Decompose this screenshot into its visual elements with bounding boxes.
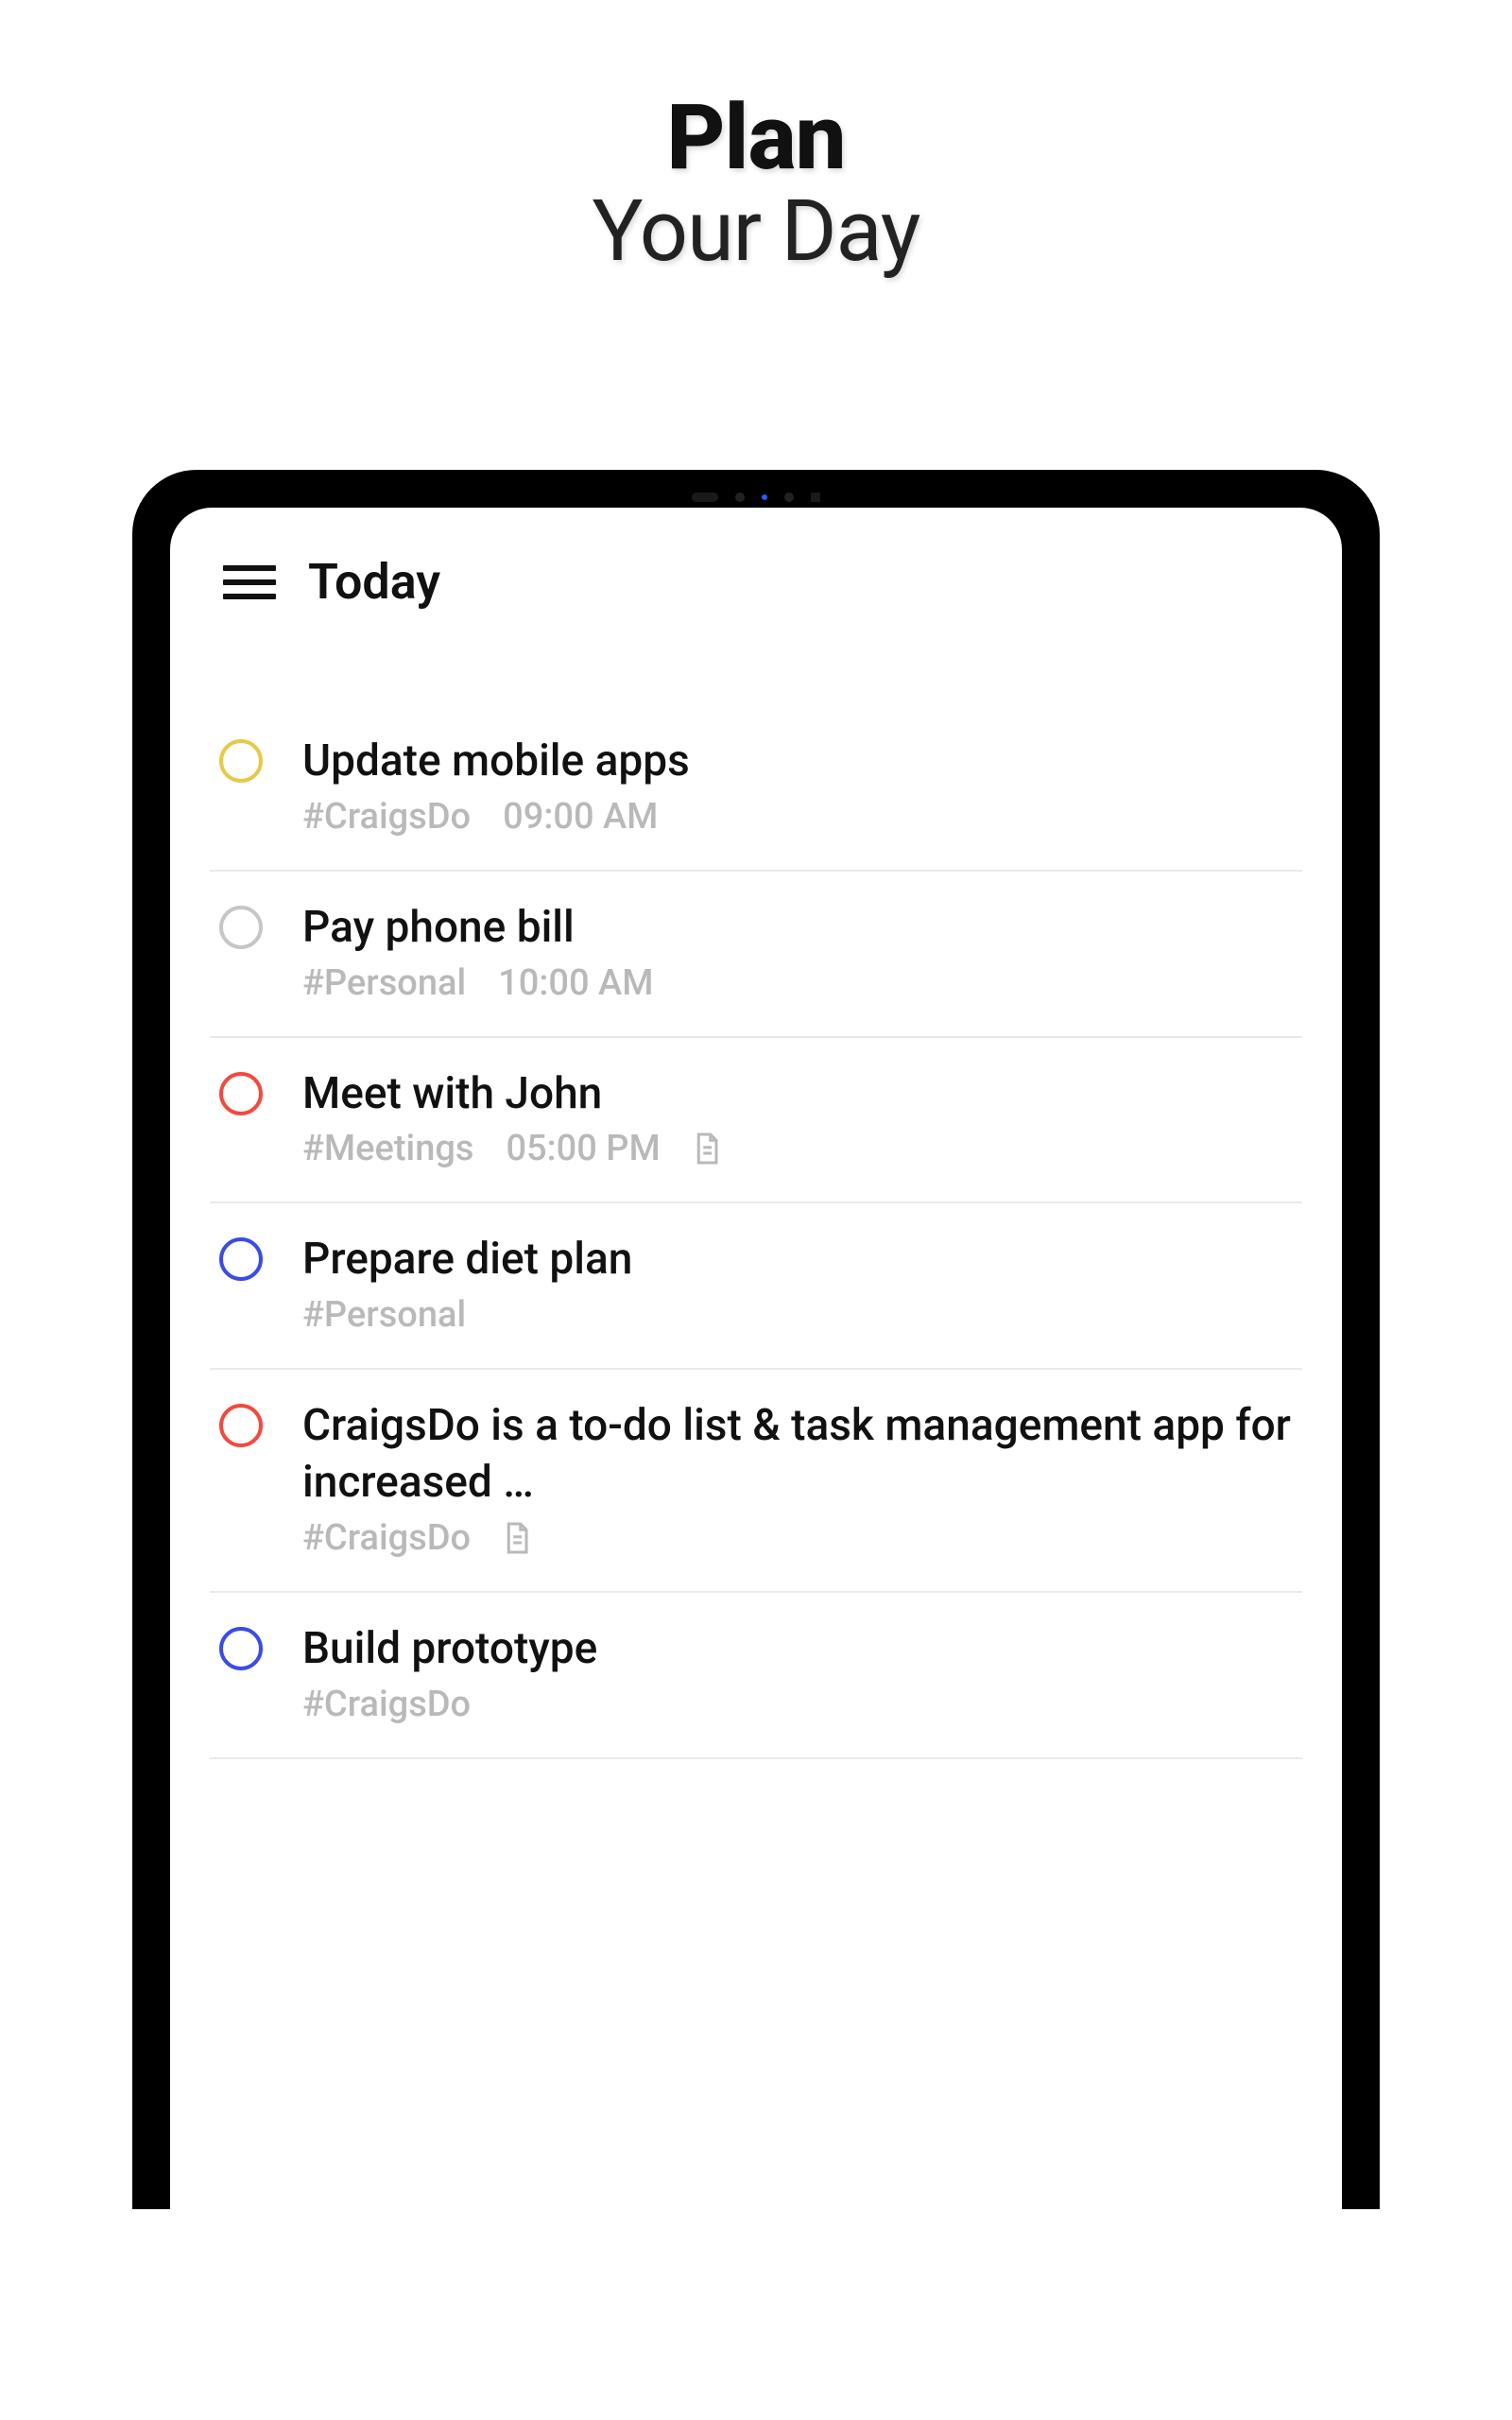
task-body: Pay phone bill #Personal 10:00 AM bbox=[302, 900, 1293, 1004]
task-meta: #Personal bbox=[302, 1294, 1293, 1336]
task-complete-circle[interactable] bbox=[219, 1072, 263, 1115]
promo-line-1: Plan bbox=[0, 85, 1512, 191]
task-body: Build prototype #CraigsDo bbox=[302, 1621, 1293, 1725]
task-item[interactable]: CraigsDo is a to-do list & task manageme… bbox=[210, 1370, 1302, 1593]
device-notch bbox=[692, 493, 820, 502]
task-complete-circle[interactable] bbox=[219, 739, 263, 783]
task-list: Update mobile apps #CraigsDo 09:00 AM Pay p… bbox=[210, 734, 1302, 1759]
page-title: Today bbox=[308, 553, 440, 611]
task-item[interactable]: Meet with John #Meetings 05:00 PM bbox=[210, 1038, 1302, 1204]
task-time: 10:00 AM bbox=[498, 962, 653, 1004]
menu-icon[interactable] bbox=[223, 557, 276, 608]
task-complete-circle[interactable] bbox=[219, 906, 263, 949]
task-tag: #Personal bbox=[302, 962, 466, 1004]
task-body: CraigsDo is a to-do list & task manageme… bbox=[302, 1398, 1293, 1559]
task-complete-circle[interactable] bbox=[219, 1237, 263, 1281]
app-header: Today bbox=[210, 553, 1302, 611]
promo-title: Plan Your Day bbox=[0, 0, 1512, 309]
task-meta: #CraigsDo bbox=[302, 1684, 1293, 1725]
task-time: 05:00 PM bbox=[506, 1128, 660, 1169]
task-time: 09:00 AM bbox=[503, 796, 658, 838]
task-item[interactable]: Build prototype #CraigsDo bbox=[210, 1593, 1302, 1759]
task-tag: #CraigsDo bbox=[302, 1684, 471, 1725]
task-item[interactable]: Update mobile apps #CraigsDo 09:00 AM bbox=[210, 734, 1302, 872]
note-icon bbox=[693, 1132, 721, 1166]
task-meta: #Personal 10:00 AM bbox=[302, 962, 1293, 1004]
task-tag: #CraigsDo bbox=[302, 1517, 471, 1559]
task-complete-circle[interactable] bbox=[219, 1404, 263, 1447]
device-frame: Today Update mobile apps #CraigsDo 09:00 A… bbox=[132, 470, 1380, 2209]
task-item[interactable]: Pay phone bill #Personal 10:00 AM bbox=[210, 872, 1302, 1038]
task-title: Pay phone bill bbox=[302, 900, 1293, 957]
task-body: Update mobile apps #CraigsDo 09:00 AM bbox=[302, 734, 1293, 838]
task-title: Prepare diet plan bbox=[302, 1232, 1293, 1288]
task-tag: #Personal bbox=[302, 1294, 466, 1336]
app-screen: Today Update mobile apps #CraigsDo 09:00 A… bbox=[170, 508, 1342, 2209]
task-item[interactable]: Prepare diet plan #Personal bbox=[210, 1203, 1302, 1370]
task-tag: #Meetings bbox=[302, 1128, 473, 1169]
task-title: Meet with John bbox=[302, 1066, 1293, 1123]
task-title: CraigsDo is a to-do list & task manageme… bbox=[302, 1398, 1293, 1512]
task-title: Update mobile apps bbox=[302, 734, 1293, 790]
promo-line-2: Your Day bbox=[0, 182, 1512, 281]
task-meta: #CraigsDo bbox=[302, 1517, 1293, 1559]
task-meta: #Meetings 05:00 PM bbox=[302, 1128, 1293, 1169]
task-body: Meet with John #Meetings 05:00 PM bbox=[302, 1066, 1293, 1170]
task-complete-circle[interactable] bbox=[219, 1627, 263, 1670]
task-meta: #CraigsDo 09:00 AM bbox=[302, 796, 1293, 838]
task-tag: #CraigsDo bbox=[302, 796, 471, 838]
task-body: Prepare diet plan #Personal bbox=[302, 1232, 1293, 1336]
note-icon bbox=[503, 1521, 531, 1555]
task-title: Build prototype bbox=[302, 1621, 1293, 1678]
